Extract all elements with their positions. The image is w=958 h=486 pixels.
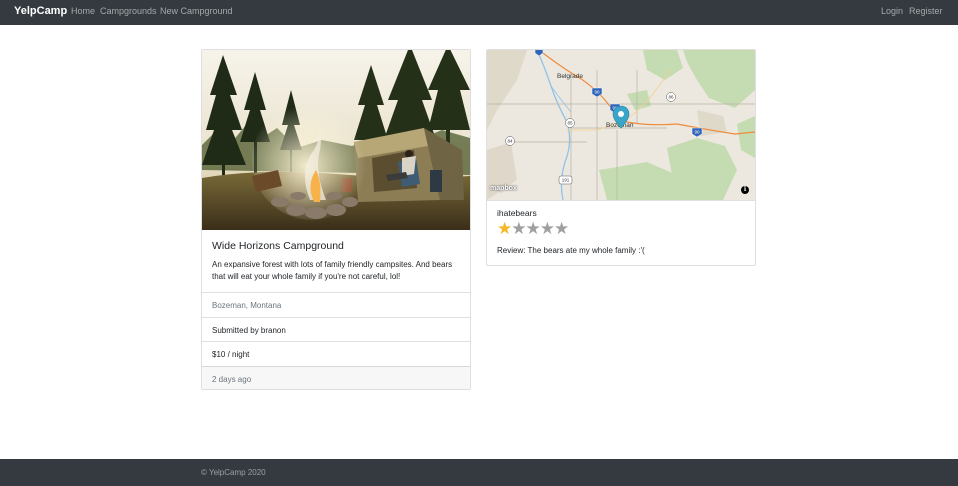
svg-text:90: 90: [594, 90, 600, 95]
star-empty-icon: ★: [511, 219, 527, 239]
campground-description: An expansive forest with lots of family …: [212, 260, 453, 281]
star-filled-icon: ★: [497, 219, 513, 239]
footer-copyright: © YelpCamp 2020: [201, 468, 266, 477]
nav-home-link[interactable]: Home: [71, 6, 95, 16]
campground-card: Wide Horizons Campground An expansive fo…: [201, 49, 471, 390]
route-shield-191: 191: [558, 175, 573, 185]
nav-register-link[interactable]: Register: [909, 6, 943, 16]
map-review-card: 90 90 90 191 85: [486, 49, 756, 266]
star-empty-icon: ★: [554, 219, 570, 239]
brand-link[interactable]: YelpCamp: [14, 5, 67, 17]
svg-text:86: 86: [668, 95, 674, 100]
campground-location: Bozeman, Montana: [202, 292, 470, 317]
nav-new-campground-link[interactable]: New Campground: [160, 6, 233, 16]
campground-card-body: Wide Horizons Campground An expansive fo…: [202, 230, 470, 292]
campground-title: Wide Horizons Campground: [212, 240, 344, 252]
star-empty-icon: ★: [525, 219, 541, 239]
campground-price: $10 / night: [202, 341, 470, 366]
star-empty-icon: ★: [539, 219, 555, 239]
map-label-belgrade: Belgrade: [557, 73, 583, 80]
nav-campgrounds-link[interactable]: Campgrounds: [100, 6, 157, 16]
review-username: ihatebears: [497, 208, 537, 218]
map-info-icon[interactable]: i: [741, 186, 749, 194]
campground-posted-time: 2 days ago: [202, 365, 470, 389]
footer: © YelpCamp 2020: [0, 459, 958, 486]
review-item: ihatebears ★★★★★ Review: The bears ate m…: [487, 200, 755, 265]
review-rating-stars: ★★★★★: [497, 219, 570, 239]
campground-map[interactable]: 90 90 90 191 85: [487, 50, 755, 200]
route-shield-84: 84: [505, 136, 515, 146]
route-shield-85: 85: [565, 118, 575, 128]
campground-submitted-by: Submitted by branon: [202, 316, 470, 342]
nav-login-link[interactable]: Login: [881, 6, 903, 16]
review-text: Review: The bears ate my whole family :'…: [497, 246, 645, 255]
svg-text:84: 84: [507, 139, 513, 144]
svg-text:85: 85: [567, 121, 573, 126]
route-shield-86: 86: [666, 92, 676, 102]
svg-text:191: 191: [562, 178, 570, 183]
campground-photo: [202, 50, 470, 230]
mapbox-logo: mapbox: [490, 185, 517, 192]
navbar: YelpCamp Home Campgrounds New Campground…: [0, 0, 958, 25]
svg-text:90: 90: [694, 130, 700, 135]
